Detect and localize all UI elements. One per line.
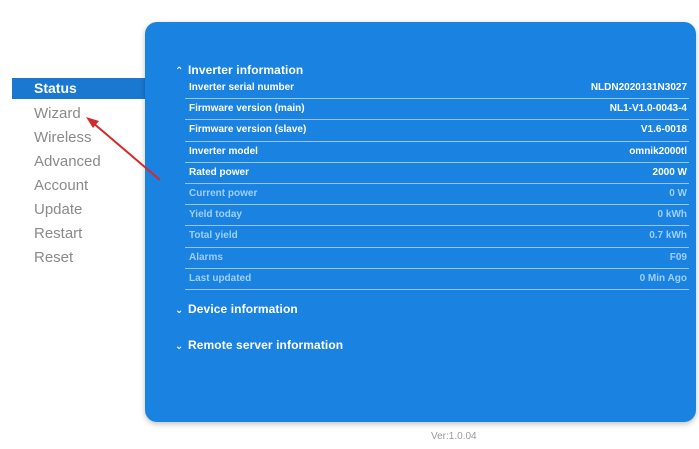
section-title: Device information [188, 302, 298, 316]
info-value: omnik2000tl [629, 145, 687, 157]
info-label: Firmware version (main) [189, 103, 305, 115]
section-title: Inverter information [188, 63, 304, 77]
info-row-rated-power: Rated power 2000 W [185, 163, 689, 184]
info-row-serial-number: Inverter serial number NLDN2020131N3027 [185, 78, 689, 100]
info-label: Inverter model [189, 145, 258, 157]
section-title: Remote server information [188, 338, 344, 352]
sidebar-item-advanced[interactable]: Advanced [12, 150, 152, 174]
info-row-inverter-model: Inverter model omnik2000tl [185, 142, 689, 163]
sidebar-nav: Status Wizard Wireless Advanced Account … [12, 78, 152, 270]
info-value: 0.7 kWh [649, 230, 687, 242]
chevron-down-icon: ⌄ [175, 341, 184, 352]
section-device-information[interactable]: ⌄ Device information [175, 302, 298, 316]
status-panel: ⌃ Inverter information Inverter serial nu… [145, 22, 696, 422]
sidebar-item-account[interactable]: Account [12, 174, 152, 198]
sidebar-item-status[interactable]: Status [12, 78, 150, 99]
chevron-down-icon: ⌄ [175, 305, 184, 316]
info-value: F09 [669, 251, 687, 263]
sidebar-item-wireless[interactable]: Wireless [12, 126, 152, 150]
info-value: V1.6-0018 [640, 124, 687, 136]
info-row-current-power: Current power 0 W [185, 184, 689, 206]
info-value: 2000 W [652, 166, 687, 178]
inverter-info-table: Inverter serial number NLDN2020131N3027 … [185, 78, 689, 290]
info-row-total-yield: Total yield 0.7 kWh [185, 226, 689, 248]
chevron-up-icon: ⌃ [175, 66, 184, 77]
info-value: 0 kWh [657, 209, 687, 221]
info-value: NL1-V1.0-0043-4 [609, 103, 687, 115]
info-value: 0 W [669, 187, 687, 199]
info-label: Yield today [189, 209, 242, 221]
info-label: Rated power [189, 166, 250, 178]
info-label: Alarms [189, 251, 223, 263]
info-label: Last updated [189, 272, 252, 284]
sidebar-item-update[interactable]: Update [12, 198, 152, 222]
info-row-firmware-slave: Firmware version (slave) V1.6-0018 [185, 120, 689, 142]
info-label: Inverter serial number [189, 82, 295, 93]
info-value: 0 Min Ago [639, 272, 687, 284]
firmware-version-label: Ver:1.0.04 [431, 431, 477, 442]
info-row-alarms: Alarms F09 [185, 248, 689, 269]
sidebar-item-wizard[interactable]: Wizard [12, 102, 152, 126]
info-label: Current power [189, 187, 258, 199]
info-value: NLDN2020131N3027 [590, 82, 687, 93]
info-row-firmware-main: Firmware version (main) NL1-V1.0-0043-4 [185, 99, 689, 121]
section-inverter-information[interactable]: ⌃ Inverter information [175, 63, 303, 77]
info-row-yield-today: Yield today 0 kWh [185, 205, 689, 227]
info-row-last-updated: Last updated 0 Min Ago [185, 269, 689, 290]
info-label: Firmware version (slave) [189, 124, 307, 136]
sidebar-item-reset[interactable]: Reset [12, 246, 152, 270]
section-remote-server-information[interactable]: ⌄ Remote server information [175, 338, 343, 352]
sidebar-item-restart[interactable]: Restart [12, 222, 152, 246]
info-label: Total yield [189, 230, 238, 242]
